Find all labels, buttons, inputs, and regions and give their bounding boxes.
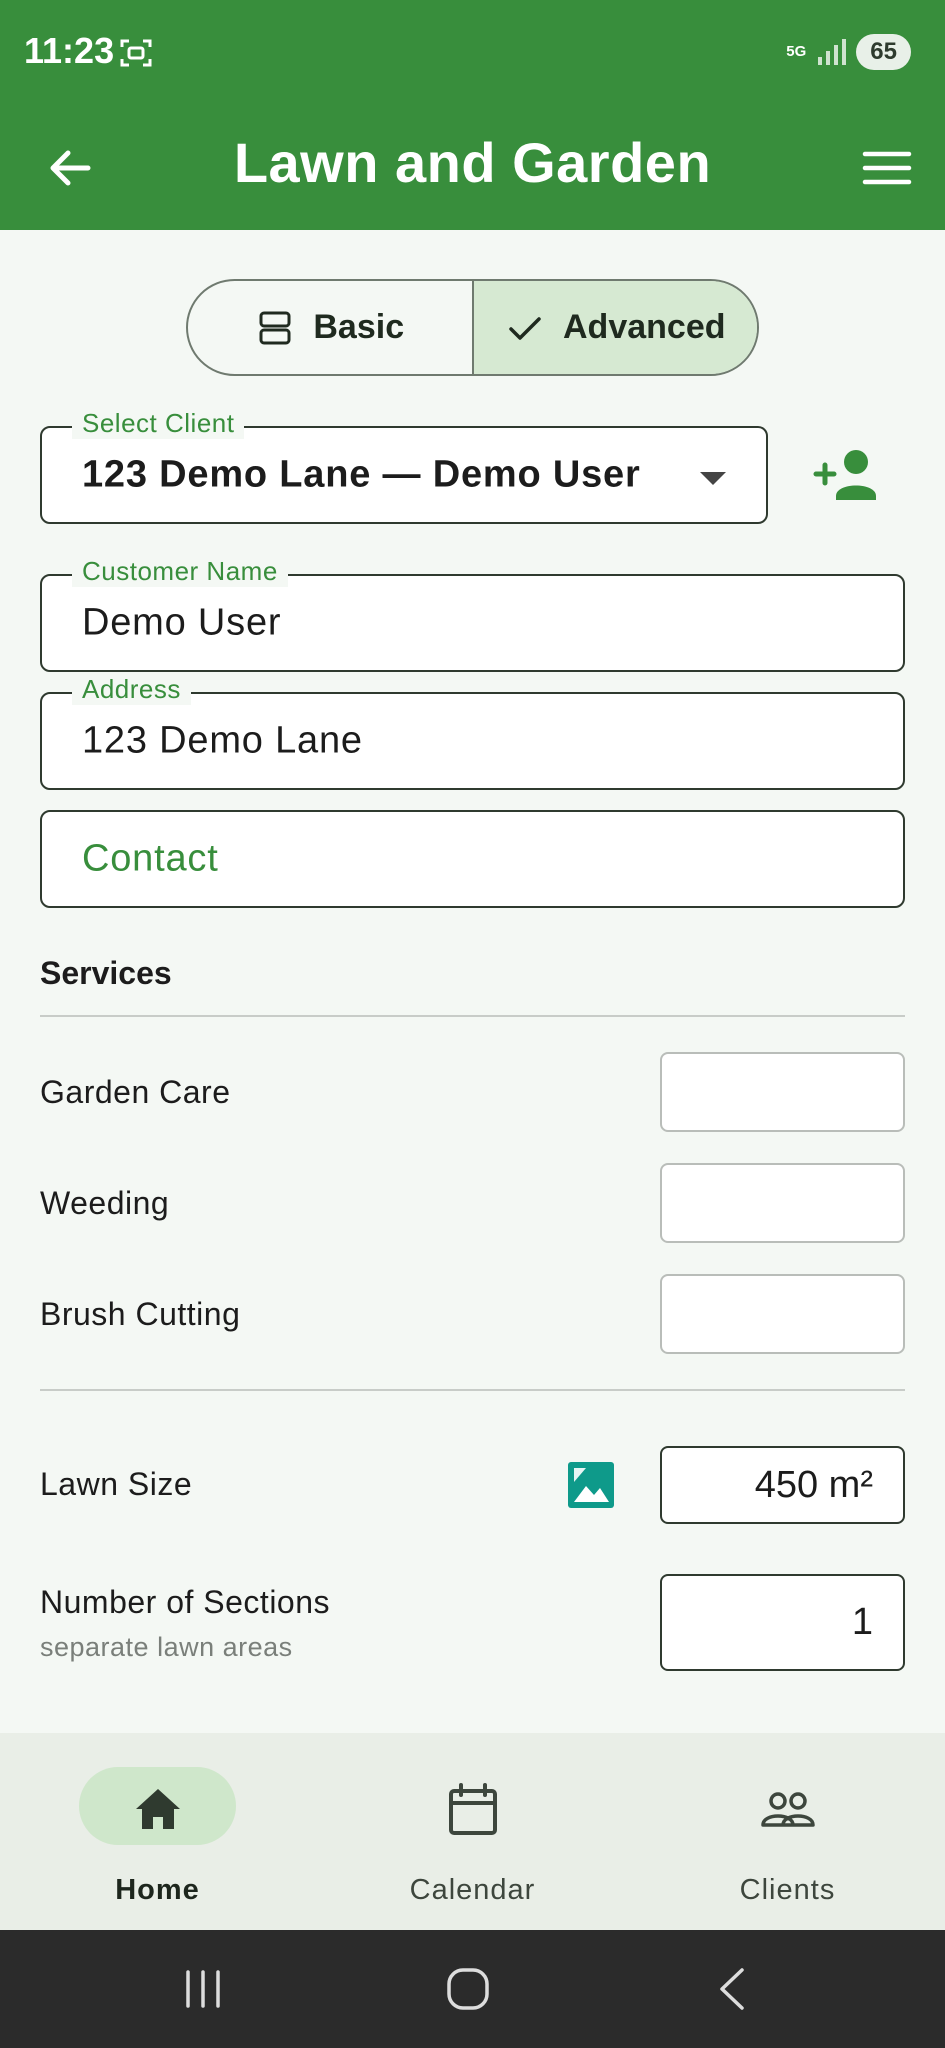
contact-placeholder: Contact	[82, 837, 219, 880]
view-agenda-icon	[259, 311, 291, 344]
lawn-size-label: Lawn Size	[40, 1466, 193, 1502]
page-title: Lawn and Garden	[233, 131, 712, 194]
system-navigation-bar	[0, 1930, 945, 2048]
system-back-icon[interactable]	[708, 1964, 758, 2014]
brush-cutting-label: Brush Cutting	[40, 1296, 241, 1332]
check-icon	[509, 316, 541, 340]
services-divider-bottom	[40, 1389, 905, 1391]
services-heading: Services	[40, 955, 172, 991]
customer-name-value: Demo User	[82, 601, 282, 644]
address-label: Address	[72, 674, 191, 705]
sections-value: 1	[851, 1601, 873, 1643]
advanced-mode-button[interactable]: Advanced	[471, 281, 757, 374]
basic-mode-label: Basic	[313, 308, 405, 346]
lawn-size-value: 450 m²	[754, 1464, 873, 1506]
status-bar: 11:23 5G 65	[0, 0, 945, 106]
brush-cutting-input[interactable]	[660, 1274, 905, 1354]
sections-sublabel: separate lawn areas	[40, 1632, 293, 1662]
nav-clients[interactable]: Clients	[630, 1733, 945, 1930]
address-value: 123 Demo Lane	[82, 719, 363, 762]
mode-toggle: Basic Advanced	[186, 279, 759, 376]
network-type: 5G	[786, 43, 807, 60]
basic-mode-button[interactable]: Basic	[188, 281, 472, 374]
nav-home[interactable]: Home	[0, 1733, 315, 1930]
services-divider-top	[40, 1015, 905, 1017]
customer-name-field[interactable]: Customer Name Demo User	[40, 556, 905, 672]
nav-calendar[interactable]: Calendar	[315, 1733, 630, 1930]
weeding-input[interactable]	[660, 1163, 905, 1243]
advanced-mode-label: Advanced	[563, 308, 726, 346]
sections-input[interactable]: 1	[660, 1574, 905, 1671]
nav-clients-label: Clients	[739, 1874, 836, 1906]
image-icon[interactable]	[568, 1462, 614, 1508]
weeding-label: Weeding	[40, 1185, 170, 1221]
home-button-icon[interactable]	[443, 1964, 493, 2014]
home-icon	[135, 1789, 180, 1829]
nav-calendar-label: Calendar	[409, 1874, 536, 1906]
add-person-icon[interactable]	[812, 444, 882, 504]
calendar-icon	[448, 1783, 497, 1835]
garden-care-input[interactable]	[660, 1052, 905, 1132]
battery-indicator: 65	[856, 34, 911, 70]
app-bar: Lawn and Garden	[0, 106, 945, 230]
select-client-dropdown[interactable]: Select Client 123 Demo Lane — Demo User	[40, 408, 768, 524]
status-time: 11:23	[24, 30, 115, 71]
garden-care-label: Garden Care	[40, 1074, 231, 1110]
lawn-size-input[interactable]: 450 m²	[660, 1446, 905, 1524]
signal-icon	[818, 39, 847, 65]
recent-apps-icon[interactable]	[178, 1964, 228, 2014]
select-client-label: Select Client	[72, 408, 245, 439]
menu-icon[interactable]	[859, 140, 915, 196]
address-field[interactable]: Address 123 Demo Lane	[40, 674, 905, 790]
people-icon	[760, 1792, 815, 1827]
dropdown-arrow-icon	[700, 472, 726, 485]
screenshot-icon	[120, 39, 152, 67]
sections-label: Number of Sections	[40, 1584, 331, 1620]
select-client-value: 123 Demo Lane — Demo User	[82, 453, 641, 496]
bottom-navigation: Home Calendar Clients	[0, 1733, 945, 1930]
contact-field[interactable]: Contact	[40, 810, 905, 908]
nav-home-label: Home	[115, 1874, 200, 1906]
customer-name-label: Customer Name	[72, 556, 288, 587]
